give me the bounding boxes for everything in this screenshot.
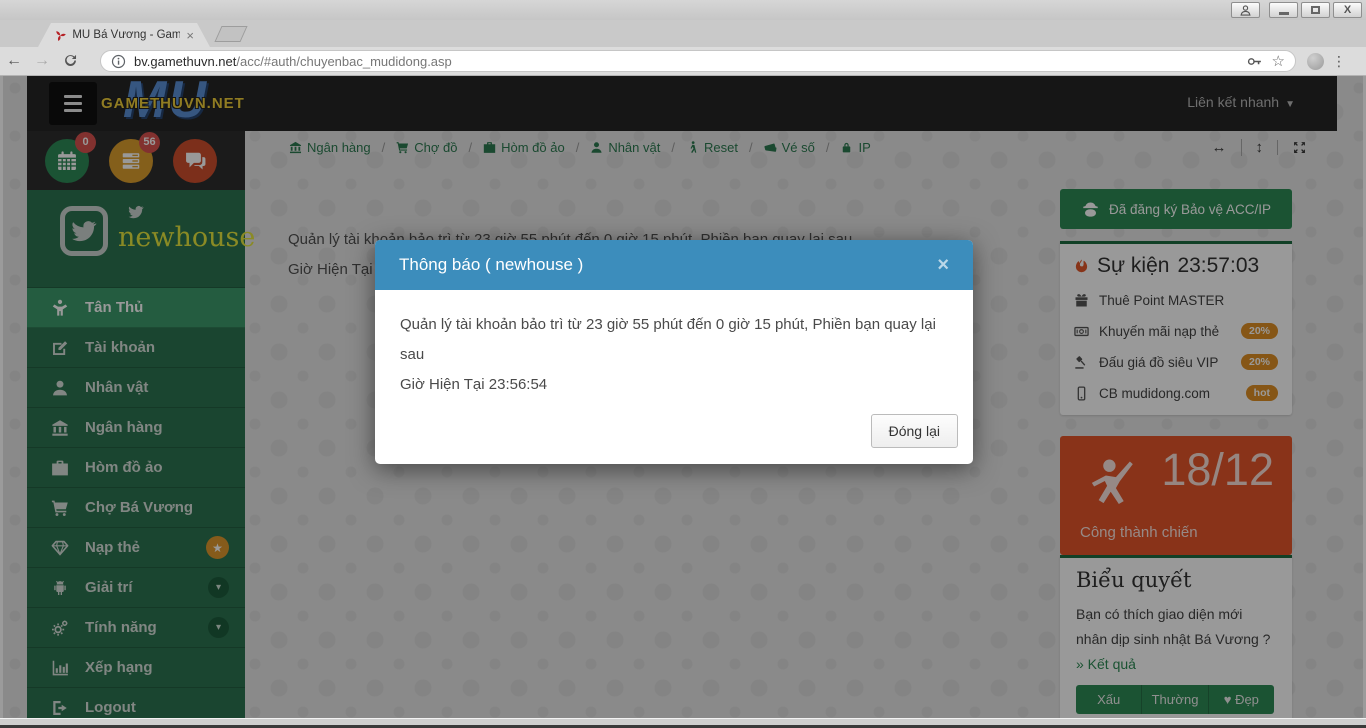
modal-footer: Đóng lại — [375, 414, 973, 464]
window-border-bottom — [0, 718, 1366, 728]
bookmark-star-icon[interactable]: ☆ — [1272, 52, 1285, 70]
address-bar[interactable]: bv.gamethuvn.net/acc/#auth/chuyenbac_mud… — [100, 50, 1296, 72]
maximize-icon — [1311, 6, 1320, 14]
browser-window: MU Bá Vương - Gamethu × X ← → bv.gamethu… — [0, 0, 1366, 728]
key-icon[interactable] — [1247, 54, 1262, 69]
tab-close-icon[interactable]: × — [186, 29, 194, 42]
url-text: bv.gamethuvn.net/acc/#auth/chuyenbac_mud… — [134, 54, 1239, 69]
back-button[interactable]: ← — [0, 52, 28, 70]
modal-close-button[interactable]: Đóng lại — [871, 414, 958, 448]
url-path: /acc/#auth/chuyenbac_mudidong.asp — [236, 54, 451, 69]
modal-header: Thông báo ( newhouse ) × — [375, 240, 973, 290]
modal-close-icon[interactable]: × — [937, 254, 949, 277]
profile-button[interactable] — [1231, 2, 1260, 18]
info-icon[interactable] — [111, 54, 126, 69]
extension-icon[interactable] — [1307, 53, 1324, 70]
forward-button[interactable]: → — [28, 52, 56, 70]
tab-favicon-icon — [54, 28, 66, 43]
tab-title: MU Bá Vương - Gamethu — [72, 29, 180, 41]
modal-line-1: Quản lý tài khoản bảo trì từ 23 giờ 55 p… — [400, 310, 948, 370]
person-icon — [1239, 4, 1252, 17]
browser-menu-icon[interactable]: ⋮ — [1332, 53, 1346, 70]
window-titlebar — [0, 0, 1366, 20]
window-controls: X — [1231, 2, 1362, 18]
modal-title: Thông báo ( newhouse ) — [399, 255, 583, 275]
reload-button[interactable] — [56, 52, 84, 70]
close-icon: X — [1344, 4, 1351, 16]
browser-toolbar: ← → bv.gamethuvn.net/acc/#auth/chuyenbac… — [0, 47, 1366, 76]
modal-line-2: Giờ Hiện Tại 23:56:54 — [400, 370, 948, 400]
notification-modal: Thông báo ( newhouse ) × Quản lý tài kho… — [375, 240, 973, 464]
new-tab-button[interactable] — [214, 26, 247, 42]
modal-body: Quản lý tài khoản bảo trì từ 23 giờ 55 p… — [375, 290, 973, 414]
close-window-button[interactable]: X — [1333, 2, 1362, 18]
tab-strip: MU Bá Vương - Gamethu × — [0, 20, 1366, 47]
minimize-icon — [1279, 12, 1289, 15]
browser-tab[interactable]: MU Bá Vương - Gamethu × — [38, 23, 210, 47]
minimize-button[interactable] — [1269, 2, 1298, 18]
maximize-button[interactable] — [1301, 2, 1330, 18]
page-viewport: MU GAMETHUVN.NET Liên kết nhanh▼ 0 56 — [3, 76, 1363, 718]
url-domain: bv.gamethuvn.net — [134, 54, 236, 69]
